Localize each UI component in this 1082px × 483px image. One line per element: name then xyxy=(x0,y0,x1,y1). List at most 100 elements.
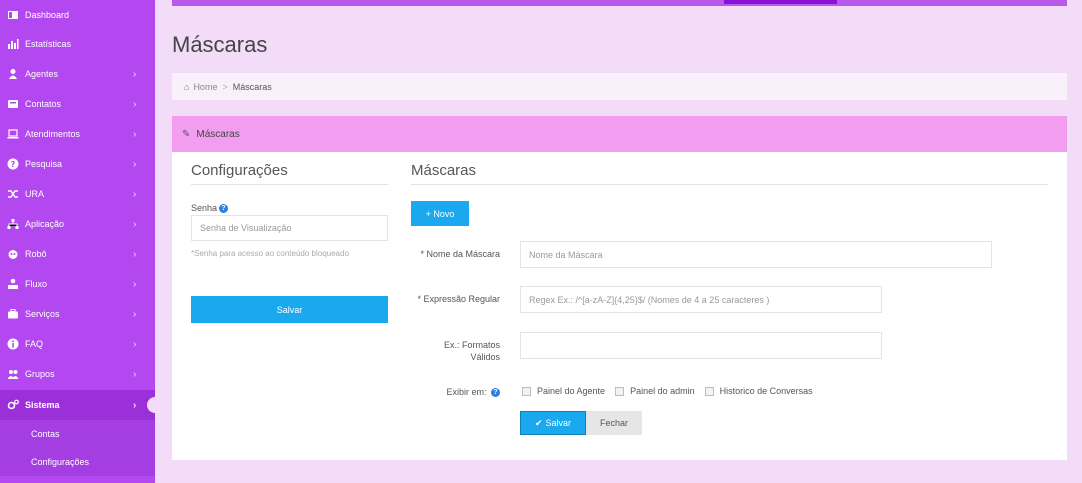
panel-title: Máscaras xyxy=(196,128,240,140)
info-circle-icon xyxy=(7,338,19,350)
masks-section-title: Máscaras xyxy=(411,162,477,179)
sidebar-item-label: Grupos xyxy=(25,369,55,379)
briefcase-icon xyxy=(7,308,19,320)
robot-icon xyxy=(7,248,19,260)
chevron-right-icon: › xyxy=(133,188,137,200)
cogs-icon xyxy=(7,399,19,411)
chevron-right-icon: › xyxy=(133,248,137,260)
person-icon xyxy=(7,68,19,80)
regex-label-text: Expressão Regular xyxy=(423,294,500,304)
sidebar-item-label: Serviços xyxy=(25,309,60,319)
sidebar: Dashboard Estatísticas Agentes › Contato… xyxy=(0,0,157,483)
contact-card-icon xyxy=(7,98,19,110)
sidebar-item-robo[interactable]: Robô › xyxy=(0,239,155,269)
checkbox-painel-agente[interactable] xyxy=(522,386,531,396)
divider xyxy=(191,184,388,185)
edit-icon: ✎ xyxy=(182,128,191,140)
sidebar-item-label: Sistema xyxy=(25,400,60,410)
display-options: Painel do Agente Painel do admin Histori… xyxy=(522,386,823,396)
sidebar-item-aplicacao[interactable]: Aplicação › xyxy=(0,209,155,239)
sidebar-subitem-label: Contas xyxy=(31,429,60,439)
checkbox-painel-admin[interactable] xyxy=(615,386,625,396)
sidebar-item-label: Atendimentos xyxy=(25,129,81,139)
sidebar-item-label: Agentes xyxy=(25,69,59,79)
chevron-right-icon: › xyxy=(133,368,137,380)
chevron-right-icon: › xyxy=(133,338,137,350)
sidebar-subitem-configuracoes[interactable]: Configurações xyxy=(0,448,155,476)
sidebar-item-sistema[interactable]: Sistema › xyxy=(0,390,157,420)
sidebar-item-contatos[interactable]: Contatos › xyxy=(0,89,155,119)
top-navbar-active-tab[interactable] xyxy=(724,0,837,4)
checkbox-label: Painel do Agente xyxy=(537,386,606,396)
users-icon xyxy=(7,368,19,380)
svg-text:?: ? xyxy=(11,160,16,169)
regex-input[interactable]: Regex Ex.: /^[a-zA-Z]{4,25}$/ (Nomes de … xyxy=(520,286,882,313)
examples-input[interactable] xyxy=(520,332,882,359)
shuffle-icon xyxy=(7,188,19,200)
mask-name-label-text: Nome da Máscara xyxy=(426,249,500,259)
help-icon[interactable]: ? xyxy=(491,388,500,398)
password-input-placeholder: Senha de Visualização xyxy=(200,223,292,233)
breadcrumb-separator: > xyxy=(222,81,228,92)
active-indicator xyxy=(147,397,157,413)
bar-chart-icon xyxy=(7,38,19,50)
top-navbar xyxy=(172,0,1067,6)
chevron-right-icon: › xyxy=(133,308,137,320)
breadcrumb-home-link[interactable]: Home xyxy=(193,82,217,92)
display-in-label: Exibir em: ? xyxy=(412,386,500,398)
regex-input-placeholder: Regex Ex.: /^[a-zA-Z]{4,25}$/ (Nomes de … xyxy=(529,294,770,305)
sidebar-item-grupos[interactable]: Grupos › xyxy=(0,359,155,389)
mask-name-input-placeholder: Nome da Máscara xyxy=(529,249,603,260)
password-input[interactable]: Senha de Visualização xyxy=(191,215,388,241)
mask-name-label: * Nome da Máscara xyxy=(408,248,500,260)
flow-icon xyxy=(7,278,19,290)
sidebar-item-faq[interactable]: FAQ › xyxy=(0,329,155,359)
mask-save-button[interactable]: ✔ Salvar xyxy=(520,411,586,435)
sidebar-item-ura[interactable]: URA › xyxy=(0,179,155,209)
home-icon: ⌂ xyxy=(184,81,190,92)
checkbox-historico-conversas[interactable] xyxy=(704,386,714,396)
sidebar-subitem-contas[interactable]: Contas xyxy=(0,420,155,448)
laptop-icon xyxy=(7,128,19,140)
sitemap-icon xyxy=(7,218,19,230)
sidebar-item-label: Dashboard xyxy=(25,10,70,20)
new-mask-button[interactable]: + Novo xyxy=(411,201,469,226)
sidebar-item-estatisticas[interactable]: Estatísticas xyxy=(0,29,155,59)
help-icon[interactable]: ? xyxy=(219,204,229,214)
sidebar-item-label: Fluxo xyxy=(25,279,48,289)
question-circle-icon: ? xyxy=(7,158,19,170)
chevron-right-icon: › xyxy=(133,218,137,230)
panel-body: Configurações Senha? Senha de Visualizaç… xyxy=(172,152,1067,460)
sidebar-item-dashboard[interactable]: Dashboard xyxy=(0,0,155,30)
chevron-right-icon: › xyxy=(133,128,137,140)
examples-label: Ex.: Formatos Válidos xyxy=(443,340,500,362)
password-label: Senha? xyxy=(191,203,229,214)
dashboard-icon xyxy=(7,9,19,21)
sidebar-item-label: Aplicação xyxy=(25,219,65,229)
checkbox-label: Painel do admin xyxy=(630,386,695,396)
check-icon: ✔ xyxy=(534,417,543,428)
checkbox-label: Historico de Conversas xyxy=(719,386,813,396)
mask-close-button[interactable]: Fechar xyxy=(586,411,642,435)
sidebar-item-servicos[interactable]: Serviços › xyxy=(0,299,155,329)
sidebar-item-agentes[interactable]: Agentes › xyxy=(0,59,155,89)
sidebar-item-label: Pesquisa xyxy=(25,159,63,169)
chevron-right-icon: › xyxy=(133,278,137,290)
page-title: Máscaras xyxy=(172,32,268,57)
sidebar-item-fluxo[interactable]: Fluxo › xyxy=(0,269,155,299)
sidebar-item-label: Robô xyxy=(25,249,47,259)
config-save-button[interactable]: Salvar xyxy=(191,296,388,323)
config-section-title: Configurações xyxy=(191,162,288,179)
display-in-label-text: Exibir em: xyxy=(446,387,487,397)
chevron-right-icon: › xyxy=(133,98,137,110)
divider xyxy=(411,184,1048,185)
mask-name-input[interactable]: Nome da Máscara xyxy=(520,241,992,268)
password-hint: *Senha para acesso ao conteúdo bloqueado xyxy=(191,249,349,258)
breadcrumb: ⌂ Home > Máscaras xyxy=(172,73,1067,100)
sidebar-item-atendimentos[interactable]: Atendimentos › xyxy=(0,119,155,149)
regex-label: * Expressão Regular xyxy=(412,293,500,305)
sidebar-item-pesquisa[interactable]: ? Pesquisa › xyxy=(0,149,155,179)
sidebar-item-label: Estatísticas xyxy=(25,39,72,49)
mask-save-label: Salvar xyxy=(545,418,572,428)
chevron-right-icon: › xyxy=(133,399,137,411)
